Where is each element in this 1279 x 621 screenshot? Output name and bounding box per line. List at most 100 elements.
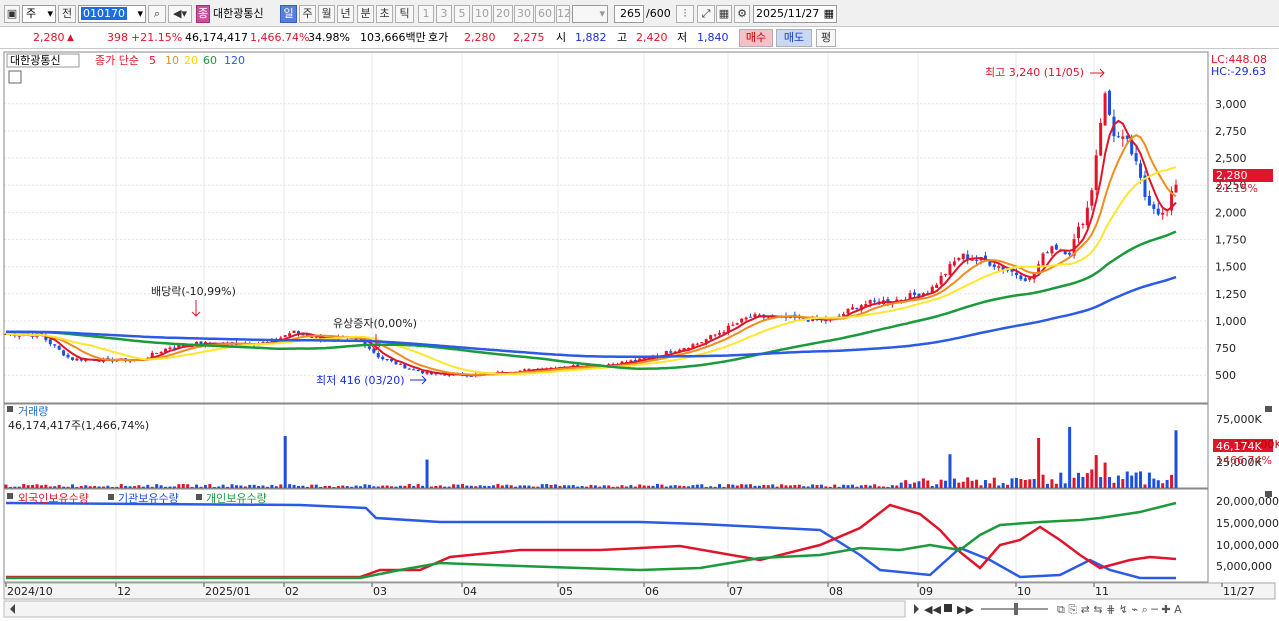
sell-button[interactable]: 매도 <box>776 29 812 47</box>
count-1[interactable]: 1 <box>418 5 434 23</box>
volume-bar <box>75 486 79 488</box>
stock-chart[interactable]: 3,0002,7502,5002,2502,0001,7501,5001,250… <box>0 50 1279 621</box>
holdings-close-icon[interactable] <box>1265 491 1272 497</box>
zoom-slider-handle[interactable] <box>1014 603 1018 615</box>
holdings-tick-label: 5,000,000 <box>1216 560 1272 573</box>
volume-bar <box>35 484 39 488</box>
search-icon[interactable]: ⌕ <box>148 5 166 23</box>
volume-bar <box>279 484 283 488</box>
volume-close-icon[interactable] <box>1265 406 1272 412</box>
candle-body <box>939 275 943 285</box>
candle-body <box>75 358 79 361</box>
legend-ma10: 10 <box>165 54 179 67</box>
volume-bar <box>873 484 877 488</box>
window-icon[interactable]: ▣ <box>4 5 20 23</box>
date-value: 2025/11/27 <box>756 7 820 20</box>
volume-bar <box>1112 482 1116 488</box>
prev-button[interactable]: 전 <box>58 5 76 23</box>
volume-bar <box>460 484 464 488</box>
interval-tick[interactable]: 틱 <box>395 5 414 23</box>
count-5[interactable]: 5 <box>454 5 470 23</box>
count-20[interactable]: 20 <box>493 5 513 23</box>
volume-bar <box>939 479 943 488</box>
candle-body <box>855 308 859 310</box>
high-annotation: 최고 3,240 (11/05) <box>985 66 1084 79</box>
volume-bar <box>718 484 722 488</box>
volume-bar <box>514 486 518 488</box>
chart-background <box>0 50 1279 621</box>
count-30[interactable]: 30 <box>514 5 534 23</box>
volume: 46,174,417 <box>185 31 248 44</box>
custom-count-select[interactable]: ▾ <box>572 5 608 23</box>
volume-bar <box>106 485 110 488</box>
volume-bar <box>908 484 912 488</box>
candle-body <box>62 350 66 356</box>
volume-bar <box>811 484 815 488</box>
period-select[interactable]: 주 ▾ <box>22 5 56 23</box>
date-input[interactable]: 2025/11/27 ▦ <box>753 5 837 23</box>
candle-body <box>744 317 748 320</box>
volume-bar <box>168 486 172 488</box>
volume-bar <box>700 484 704 488</box>
candle-body <box>873 300 877 302</box>
volume-bar <box>363 484 367 488</box>
page-count-input[interactable]: 265 <box>614 5 644 23</box>
candle-body <box>385 359 389 361</box>
volume-bar <box>1001 483 1005 488</box>
next-page-icon[interactable]: ▶▶ <box>957 603 974 616</box>
candle-body <box>850 307 854 310</box>
buy-button[interactable]: 매수 <box>739 29 773 47</box>
volume-bar <box>975 479 979 488</box>
count-120[interactable]: 120 <box>556 5 578 23</box>
volume-bar <box>141 486 145 488</box>
volume-bar <box>221 484 225 488</box>
volume-bar <box>775 486 779 488</box>
interval-minute[interactable]: 분 <box>357 5 374 23</box>
eval-button[interactable]: 평 <box>816 29 836 47</box>
candle-body <box>944 274 948 276</box>
candle-icon[interactable]: ⫶ <box>676 5 694 23</box>
candle-body <box>1041 253 1045 266</box>
count-10[interactable]: 10 <box>472 5 492 23</box>
gear-icon[interactable]: ⚙ <box>734 5 750 23</box>
turnover-pct: 34.98% <box>308 31 350 44</box>
volume-bar <box>1023 479 1027 488</box>
volume-bar <box>1059 472 1063 488</box>
volume-bar <box>926 480 930 488</box>
volume-bar <box>403 485 407 488</box>
tool-icons[interactable]: ⧉ ⎘ ⇄ ⇆ ⋕ ↯ ⌁ ⌕ ─ ✚ A <box>1057 603 1182 616</box>
first-page-icon[interactable]: ◀◀ <box>924 603 941 616</box>
interval-year[interactable]: 년 <box>337 5 354 23</box>
interval-second[interactable]: 초 <box>376 5 393 23</box>
volume-bar <box>314 484 318 488</box>
volume-bar <box>390 486 394 488</box>
speaker-icon[interactable]: ◀▾ <box>168 5 192 23</box>
volume-bar <box>66 486 70 488</box>
volume-bar <box>1063 483 1067 488</box>
stock-code-input[interactable]: 010170 ▾ <box>78 5 146 23</box>
volume-bar <box>478 485 482 488</box>
save-icon[interactable]: ▦ <box>716 5 732 23</box>
volume-bar <box>607 485 611 488</box>
interval-month[interactable]: 월 <box>318 5 335 23</box>
volume-bar <box>1161 483 1165 488</box>
candle-body <box>367 346 371 349</box>
count-3[interactable]: 3 <box>436 5 452 23</box>
volume-bar <box>753 485 757 488</box>
calculator-icon[interactable] <box>8 70 22 84</box>
candle-body <box>381 356 385 360</box>
volume-bar <box>957 482 961 488</box>
candle-body <box>970 259 974 261</box>
date-axis <box>3 582 1276 600</box>
candle-body <box>412 369 416 371</box>
stop-icon[interactable] <box>944 604 952 612</box>
volume-bar <box>354 485 358 488</box>
interval-week[interactable]: 주 <box>299 5 316 23</box>
volume-bar <box>1068 426 1072 488</box>
stock-badge: 종 <box>196 5 210 23</box>
horizontal-scrollbar[interactable] <box>3 600 906 618</box>
crosshair-icon[interactable]: ⤢ <box>697 5 715 23</box>
volume-bar <box>558 485 562 488</box>
count-60[interactable]: 60 <box>535 5 555 23</box>
interval-day[interactable]: 일 <box>280 5 297 23</box>
